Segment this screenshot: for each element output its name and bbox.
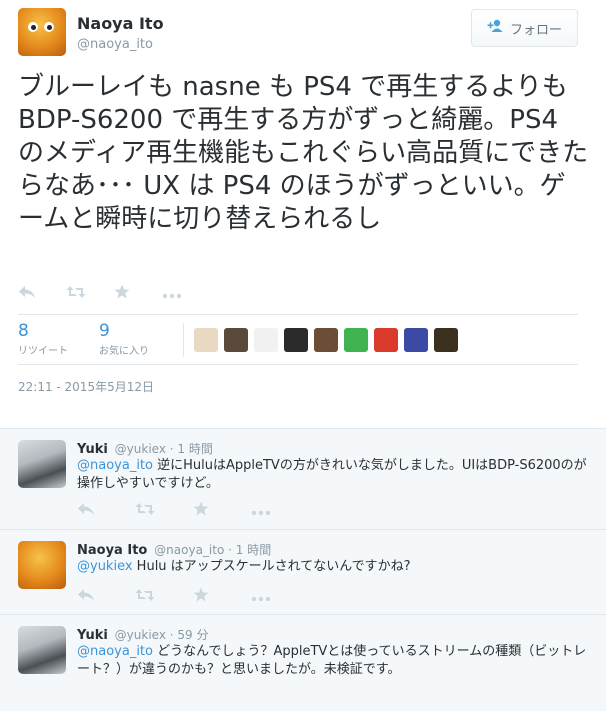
replies-list: Yuki @yukiex · 1 時間 @naoya_ito 逆にHuluはAp… xyxy=(0,428,606,711)
tweet-text: ブルーレイも nasne も PS4 で再生するよりも BDP-S6200 で再… xyxy=(18,72,589,234)
stats-divider xyxy=(183,323,184,357)
favoriter-avatars xyxy=(194,328,458,352)
reply-text: @yukiex Hulu はアップスケールされてないんですかね? xyxy=(77,559,411,574)
retweet-icon[interactable] xyxy=(135,501,193,521)
reply-item[interactable]: Yuki @yukiex · 1 時間 @naoya_ito 逆にHuluはAp… xyxy=(0,429,606,530)
add-user-icon xyxy=(487,19,504,37)
retweet-label: リツイート xyxy=(18,346,68,357)
favoriter-avatar[interactable] xyxy=(254,328,278,352)
reply-header: Yuki @yukiex · 59 分 xyxy=(77,626,208,643)
reply-icon[interactable] xyxy=(77,501,135,521)
main-tweet: Naoya Ito @naoya_ito フォロー ブルーレイも nasne も… xyxy=(0,0,606,428)
favoriter-avatar[interactable] xyxy=(314,328,338,352)
star-icon[interactable] xyxy=(193,501,251,521)
tweet-stats: 8 リツイート 9 お気に入り xyxy=(18,314,578,365)
reply-actions xyxy=(77,587,309,607)
mention-link[interactable]: @naoya_ito xyxy=(77,644,153,659)
author-name[interactable]: Naoya Ito xyxy=(77,14,164,33)
reply-author-handle[interactable]: @yukiex xyxy=(115,628,166,642)
favorite-stat[interactable]: 9 お気に入り xyxy=(99,321,149,357)
reply-time[interactable]: · 59 分 xyxy=(170,628,209,642)
reply-icon[interactable] xyxy=(77,587,135,607)
tweet-timestamp[interactable]: 22:11 - 2015年5月12日 xyxy=(18,378,154,395)
retweet-icon[interactable] xyxy=(66,284,114,304)
favoriter-avatar[interactable] xyxy=(284,328,308,352)
reply-text: @naoya_ito どうなんでしょう？AppleTVとは使っているストリームの… xyxy=(77,644,587,677)
reply-time[interactable]: · 1 時間 xyxy=(170,442,213,456)
reply-header: Yuki @yukiex · 1 時間 xyxy=(77,440,213,457)
avatar[interactable] xyxy=(18,8,66,56)
star-icon[interactable] xyxy=(114,284,162,304)
reply-author-handle[interactable]: @yukiex xyxy=(115,442,166,456)
reply-author-name[interactable]: Naoya Ito xyxy=(77,543,147,558)
author-handle[interactable]: @naoya_ito xyxy=(77,37,153,52)
reply-item[interactable]: Naoya Ito @naoya_ito · 1 時間 @yukiex Hulu… xyxy=(0,530,606,615)
favoriter-avatar[interactable] xyxy=(374,328,398,352)
reply-author-handle[interactable]: @naoya_ito xyxy=(154,543,224,557)
follow-button[interactable]: フォロー xyxy=(471,9,578,47)
star-icon[interactable] xyxy=(193,587,251,607)
reply-icon[interactable] xyxy=(18,284,66,304)
retweet-stat[interactable]: 8 リツイート xyxy=(18,321,68,357)
reply-time[interactable]: · 1 時間 xyxy=(228,543,271,557)
reply-actions xyxy=(77,501,309,521)
reply-author-name[interactable]: Yuki xyxy=(77,628,108,643)
favoriter-avatar[interactable] xyxy=(224,328,248,352)
more-icon[interactable] xyxy=(162,284,210,304)
avatar[interactable] xyxy=(18,626,66,674)
favoriter-avatar[interactable] xyxy=(404,328,428,352)
mention-link[interactable]: @yukiex xyxy=(77,559,133,574)
more-icon[interactable] xyxy=(251,587,309,607)
retweet-icon[interactable] xyxy=(135,587,193,607)
favoriter-avatar[interactable] xyxy=(434,328,458,352)
favoriter-avatar[interactable] xyxy=(194,328,218,352)
favoriter-avatar[interactable] xyxy=(344,328,368,352)
favorite-count: 9 xyxy=(99,321,110,341)
favorite-label: お気に入り xyxy=(99,346,149,357)
reply-author-name[interactable]: Yuki xyxy=(77,442,108,457)
tweet-actions xyxy=(18,284,210,304)
reply-item[interactable]: Yuki @yukiex · 59 分 @naoya_ito どうなんでしょう？… xyxy=(0,615,606,711)
reply-header: Naoya Ito @naoya_ito · 1 時間 xyxy=(77,541,271,558)
retweet-count: 8 xyxy=(18,321,29,341)
reply-text: @naoya_ito 逆にHuluはAppleTVの方がきれいな気がしました。U… xyxy=(77,458,587,491)
avatar[interactable] xyxy=(18,440,66,488)
mention-link[interactable]: @naoya_ito xyxy=(77,458,153,473)
more-icon[interactable] xyxy=(251,501,309,521)
avatar[interactable] xyxy=(18,541,66,589)
follow-label: フォロー xyxy=(509,22,562,38)
